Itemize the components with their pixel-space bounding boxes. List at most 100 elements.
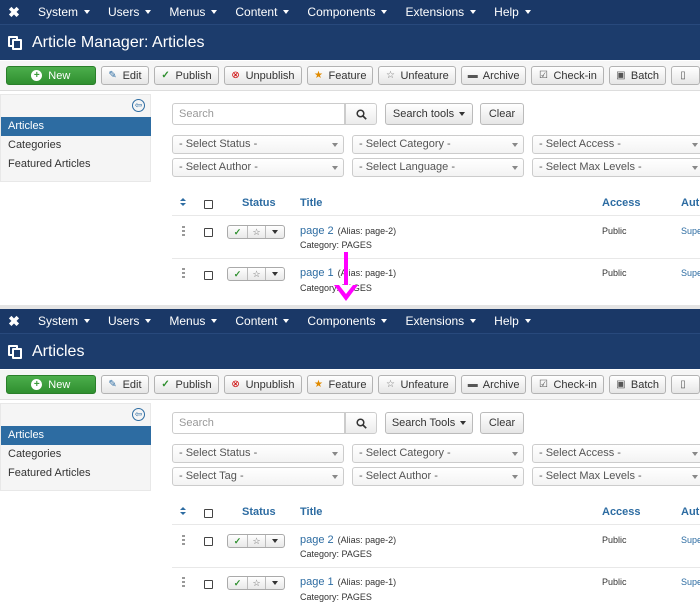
- nav-menus[interactable]: Menus: [159, 5, 225, 19]
- featured-toggle-icon[interactable]: ☆: [248, 268, 266, 280]
- row-checkbox[interactable]: [204, 580, 213, 589]
- filter-status[interactable]: - Select Status -: [172, 135, 344, 154]
- published-toggle-icon[interactable]: ✓: [228, 226, 248, 238]
- select-all-checkbox[interactable]: [204, 200, 213, 209]
- nav-system[interactable]: System: [28, 5, 98, 19]
- featured-toggle-icon[interactable]: ☆: [248, 577, 266, 589]
- featured-toggle-icon[interactable]: ☆: [248, 226, 266, 238]
- sidebar-item-featured-articles[interactable]: Featured Articles: [1, 464, 151, 483]
- filter-access[interactable]: - Select Access -: [532, 444, 700, 463]
- column-header-status[interactable]: Status: [242, 197, 276, 209]
- drag-handle-icon[interactable]: [182, 226, 185, 236]
- search-input[interactable]: Search: [172, 103, 345, 125]
- article-title-link[interactable]: page 2: [300, 534, 334, 546]
- article-title-link[interactable]: page 2: [300, 225, 334, 237]
- nav-menus[interactable]: Menus: [159, 314, 225, 328]
- select-all-checkbox[interactable]: [204, 509, 213, 518]
- checkin-button[interactable]: ☑ Check-in: [531, 375, 604, 394]
- published-toggle-icon[interactable]: ✓: [228, 535, 248, 547]
- nav-content[interactable]: Content: [225, 5, 297, 19]
- sidebar-item-articles[interactable]: Articles: [1, 426, 151, 445]
- sidebar-item-categories[interactable]: Categories: [1, 445, 151, 464]
- search-tools-button[interactable]: Search tools: [385, 103, 473, 125]
- article-author-link[interactable]: Supe: [681, 535, 700, 545]
- joomla-logo-icon[interactable]: ✖: [0, 4, 28, 21]
- new-button[interactable]: + New: [6, 375, 96, 394]
- article-author-link[interactable]: Supe: [681, 577, 700, 587]
- nav-system[interactable]: System: [28, 314, 98, 328]
- trash-button[interactable]: ▯: [671, 375, 700, 394]
- batch-button[interactable]: ▣ Batch: [608, 375, 666, 394]
- nav-components[interactable]: Components: [297, 314, 395, 328]
- archive-button[interactable]: ▬ Archive: [460, 375, 527, 394]
- row-checkbox[interactable]: [204, 537, 213, 546]
- trash-button[interactable]: ▯: [671, 66, 700, 85]
- article-author-link[interactable]: Supe: [681, 226, 700, 236]
- sidebar-item-featured-articles[interactable]: Featured Articles: [1, 155, 151, 174]
- publish-button[interactable]: ✓ Publish: [153, 66, 219, 85]
- sidebar-collapse-icon[interactable]: ⇦: [132, 99, 145, 112]
- edit-button[interactable]: ✎ Edit: [100, 66, 149, 85]
- filter-author[interactable]: - Select Author -: [172, 158, 344, 177]
- column-header-title[interactable]: Title: [300, 506, 322, 518]
- publish-button[interactable]: ✓ Publish: [153, 375, 219, 394]
- search-input[interactable]: Search: [172, 412, 345, 434]
- column-header-access[interactable]: Access: [602, 197, 641, 209]
- clear-button[interactable]: Clear: [480, 412, 524, 434]
- nav-extensions[interactable]: Extensions: [395, 314, 484, 328]
- unpublish-button[interactable]: ⊗ Unpublish: [223, 375, 302, 394]
- column-header-title[interactable]: Title: [300, 197, 322, 209]
- column-header-author[interactable]: Aut: [681, 197, 699, 209]
- drag-handle-icon[interactable]: [182, 268, 185, 278]
- search-tools-button[interactable]: Search Tools: [385, 412, 473, 434]
- sidebar-item-categories[interactable]: Categories: [1, 136, 151, 155]
- sidebar-item-articles[interactable]: Articles: [1, 117, 151, 136]
- actions-dropdown-button[interactable]: [266, 577, 284, 589]
- ordering-sort-icon[interactable]: [180, 507, 186, 517]
- drag-handle-icon[interactable]: [182, 535, 185, 545]
- filter-category[interactable]: - Select Category -: [352, 444, 524, 463]
- row-checkbox[interactable]: [204, 271, 213, 280]
- nav-help[interactable]: Help: [484, 5, 539, 19]
- published-toggle-icon[interactable]: ✓: [228, 268, 248, 280]
- unfeature-button[interactable]: ☆ Unfeature: [378, 375, 456, 394]
- filter-tag[interactable]: - Select Tag -: [172, 467, 344, 486]
- actions-dropdown-button[interactable]: [266, 535, 284, 547]
- batch-button[interactable]: ▣ Batch: [608, 66, 666, 85]
- nav-users[interactable]: Users: [98, 314, 159, 328]
- filter-status[interactable]: - Select Status -: [172, 444, 344, 463]
- actions-dropdown-button[interactable]: [266, 268, 284, 280]
- nav-components[interactable]: Components: [297, 5, 395, 19]
- ordering-sort-icon[interactable]: [180, 198, 186, 208]
- new-button[interactable]: + New: [6, 66, 96, 85]
- sidebar-collapse-icon[interactable]: ⇦: [132, 408, 145, 421]
- nav-users[interactable]: Users: [98, 5, 159, 19]
- article-title-link[interactable]: page 1: [300, 576, 334, 588]
- nav-extensions[interactable]: Extensions: [395, 5, 484, 19]
- column-header-status[interactable]: Status: [242, 506, 276, 518]
- filter-access[interactable]: - Select Access -: [532, 135, 700, 154]
- actions-dropdown-button[interactable]: [266, 226, 284, 238]
- filter-language[interactable]: - Select Language -: [352, 158, 524, 177]
- clear-button[interactable]: Clear: [480, 103, 524, 125]
- feature-button[interactable]: ★ Feature: [306, 375, 374, 394]
- unpublish-button[interactable]: ⊗ Unpublish: [223, 66, 302, 85]
- article-title-link[interactable]: page 1: [300, 267, 334, 279]
- column-header-access[interactable]: Access: [602, 506, 641, 518]
- filter-max-levels[interactable]: - Select Max Levels -: [532, 467, 700, 486]
- search-button[interactable]: [345, 103, 377, 125]
- archive-button[interactable]: ▬ Archive: [460, 66, 527, 85]
- nav-content[interactable]: Content: [225, 314, 297, 328]
- edit-button[interactable]: ✎ Edit: [100, 375, 149, 394]
- search-button[interactable]: [345, 412, 377, 434]
- unfeature-button[interactable]: ☆ Unfeature: [378, 66, 456, 85]
- drag-handle-icon[interactable]: [182, 577, 185, 587]
- nav-help[interactable]: Help: [484, 314, 539, 328]
- feature-button[interactable]: ★ Feature: [306, 66, 374, 85]
- column-header-author[interactable]: Aut: [681, 506, 699, 518]
- featured-toggle-icon[interactable]: ☆: [248, 535, 266, 547]
- filter-author[interactable]: - Select Author -: [352, 467, 524, 486]
- filter-max-levels[interactable]: - Select Max Levels -: [532, 158, 700, 177]
- row-checkbox[interactable]: [204, 228, 213, 237]
- published-toggle-icon[interactable]: ✓: [228, 577, 248, 589]
